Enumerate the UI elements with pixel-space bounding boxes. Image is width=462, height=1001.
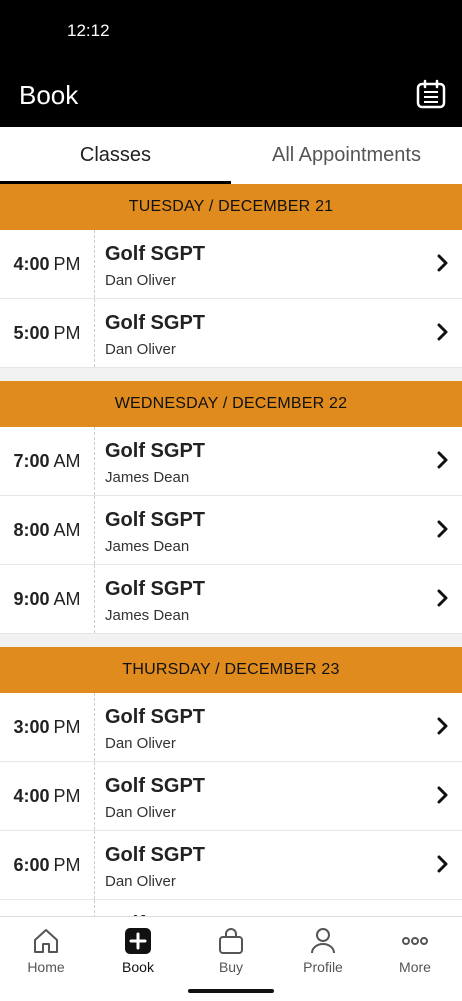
class-ampm: PM	[53, 322, 81, 343]
class-list[interactable]: TUESDAY / DECEMBER 21 4:00 PM Golf SGPT Dan …	[0, 184, 462, 916]
class-title: Golf SGPT	[105, 312, 205, 334]
class-time	[0, 900, 95, 916]
class-time: 5:00 PM	[0, 299, 95, 367]
chevron-right-icon	[437, 717, 448, 735]
chevron-right-icon	[437, 855, 448, 873]
nav-profile-label: Profile	[303, 959, 343, 975]
day-header: WEDNESDAY / DECEMBER 22	[0, 381, 462, 427]
class-hour: 4:00	[13, 785, 50, 806]
nav-buy[interactable]: Buy	[185, 917, 277, 987]
nav-more[interactable]: More	[369, 917, 461, 987]
calendar-icon[interactable]	[416, 79, 446, 109]
class-hour: 5:00	[13, 322, 50, 343]
class-instructor: James Dean	[105, 607, 190, 624]
class-hour: 3:00	[13, 716, 50, 737]
nav-buy-label: Buy	[218, 959, 244, 975]
class-time: 9:00 AM	[0, 565, 95, 633]
class-instructor: Dan Oliver	[105, 873, 176, 890]
class-row[interactable]: 3:00 PM Golf SGPT Dan Oliver	[0, 693, 462, 762]
class-instructor: Dan Oliver	[105, 272, 176, 289]
bag-icon	[219, 928, 243, 954]
class-row[interactable]: 9:00 AM Golf SGPT James Dean	[0, 565, 462, 634]
class-title: Golf SGPT	[105, 775, 205, 797]
class-ampm: AM	[53, 450, 81, 471]
class-time: 7:00 AM	[0, 427, 95, 495]
ellipsis-icon	[402, 937, 428, 945]
section-gap	[0, 634, 462, 647]
class-ampm: PM	[53, 716, 81, 737]
class-ampm: PM	[53, 854, 81, 875]
class-row[interactable]: 4:00 PM Golf SGPT Dan Oliver	[0, 230, 462, 299]
nav-profile[interactable]: Profile	[277, 917, 369, 987]
nav-home[interactable]: Home	[0, 917, 92, 987]
class-hour: 6:00	[13, 854, 50, 875]
class-time: 3:00 PM	[0, 693, 95, 761]
class-title: Golf SGPT	[105, 440, 205, 462]
class-hour: 7:00	[13, 450, 50, 471]
app-header: Book	[0, 60, 462, 127]
class-instructor: Dan Oliver	[105, 804, 176, 821]
plus-icon	[125, 928, 151, 954]
day-header: THURSDAY / DECEMBER 23	[0, 647, 462, 693]
home-indicator	[188, 989, 274, 993]
class-row[interactable]: Golf SGPT	[0, 900, 462, 916]
class-title: Golf SGPT	[105, 578, 205, 600]
class-hour: 4:00	[13, 253, 50, 274]
chevron-right-icon	[437, 589, 448, 607]
home-icon	[34, 929, 58, 953]
chevron-right-icon	[437, 451, 448, 469]
class-ampm: PM	[53, 785, 81, 806]
chevron-right-icon	[437, 254, 448, 272]
nav-book[interactable]: Book	[92, 917, 184, 987]
class-instructor: Dan Oliver	[105, 735, 176, 752]
nav-more-label: More	[399, 959, 431, 975]
class-time: 8:00 AM	[0, 496, 95, 564]
class-time: 4:00 PM	[0, 762, 95, 830]
class-instructor: James Dean	[105, 469, 190, 486]
chevron-right-icon	[437, 323, 448, 341]
class-title: Golf SGPT	[105, 844, 205, 866]
class-ampm: PM	[53, 253, 81, 274]
class-ampm: AM	[53, 519, 81, 540]
class-time: 6:00 PM	[0, 831, 95, 899]
class-row[interactable]: 8:00 AM Golf SGPT James Dean	[0, 496, 462, 565]
nav-home-label: Home	[27, 959, 65, 975]
class-hour: 9:00	[13, 588, 50, 609]
person-icon	[311, 928, 335, 954]
status-bar: 12:12	[0, 0, 462, 60]
class-row[interactable]: 5:00 PM Golf SGPT Dan Oliver	[0, 299, 462, 368]
class-instructor: James Dean	[105, 538, 190, 555]
nav-book-label: Book	[122, 959, 154, 975]
status-time: 12:12	[67, 21, 110, 40]
tab-bar: Classes All Appointments	[0, 127, 462, 185]
class-time: 4:00 PM	[0, 230, 95, 298]
class-row[interactable]: 6:00 PM Golf SGPT Dan Oliver	[0, 831, 462, 900]
chevron-right-icon	[437, 520, 448, 538]
page-title: Book	[19, 80, 79, 110]
tab-classes[interactable]: Classes	[0, 127, 231, 184]
class-title: Golf SGPT	[105, 706, 205, 728]
chevron-right-icon	[437, 786, 448, 804]
class-title: Golf SGPT	[105, 243, 205, 265]
class-row[interactable]: 4:00 PM Golf SGPT Dan Oliver	[0, 762, 462, 831]
class-ampm: AM	[53, 588, 81, 609]
section-gap	[0, 368, 462, 381]
class-title: Golf SGPT	[105, 509, 205, 531]
tab-all-appointments[interactable]: All Appointments	[231, 127, 462, 184]
day-header: TUESDAY / DECEMBER 21	[0, 184, 462, 230]
class-row[interactable]: 7:00 AM Golf SGPT James Dean	[0, 427, 462, 496]
class-instructor: Dan Oliver	[105, 341, 176, 358]
class-hour: 8:00	[13, 519, 50, 540]
